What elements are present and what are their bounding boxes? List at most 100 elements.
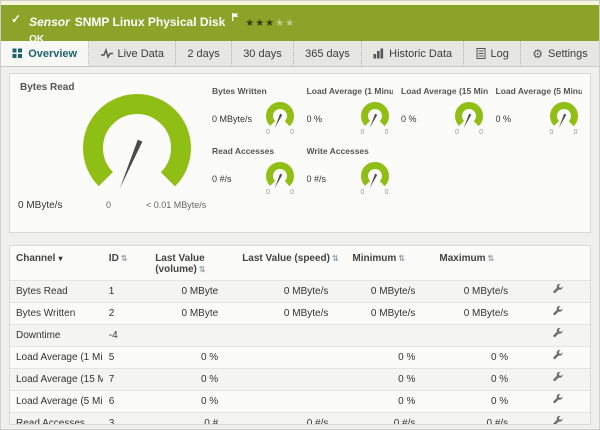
sort-icon[interactable]: ⇅ [488,254,495,263]
maximum-value: 0 % [433,390,527,413]
channel-name: Bytes Written [10,302,103,325]
minimum-value: 0 MByte/s [346,302,434,325]
channel-id: 5 [102,346,150,369]
column-header-maximum[interactable]: Maximum ⇅ [433,246,526,281]
gauge-value: 0 #/s [306,173,327,184]
log-icon [476,48,486,59]
gauge-value: 0 % [306,113,323,124]
column-header-minimum[interactable]: Minimum ⇅ [346,246,433,281]
priority-stars[interactable]: ★★★★★ [245,18,295,29]
edit-channel-icon[interactable] [552,283,564,299]
gauge-scale-min: 0 [360,129,365,136]
tab-settings[interactable]: ⚙ Settings [521,41,599,66]
minimum-value: 0 % [346,346,434,369]
last-value-volume: 0 MByte [149,302,237,325]
tab-30-days[interactable]: 30 days [232,41,294,66]
edit-channel-icon[interactable] [552,305,564,321]
sort-icon[interactable]: ⇅ [121,254,128,263]
sort-icon[interactable]: ⇅ [199,265,206,274]
tab-live-data[interactable]: Live Data [89,41,177,66]
gauge-load-average-15min: Load Average (15 Minutes) 0 % 0 0 [401,86,488,136]
tab-365-days[interactable]: 365 days [294,41,362,66]
edit-channel-icon[interactable] [552,393,564,409]
last-value-volume: 0 % [149,390,237,413]
channel-name: Downtime [10,324,103,347]
gauge-scale-max: 0 [290,129,294,136]
tab-label: Overview [28,47,78,60]
tab-label: 365 days [305,47,350,60]
status-check-icon: ✓ [11,12,22,26]
sensor-title-block: Sensor SNMP Linux Physical Disk ★★★★★ OK [29,10,295,45]
sort-icon[interactable]: ⇅ [398,254,405,263]
maximum-value: 0 MByte/s [433,302,527,325]
last-value-volume [149,324,237,347]
last-value-speed [236,390,347,413]
priority-stars-filled: ★★★ [245,18,276,29]
table-row: Load Average (1 Min... 5 0 % 0 % 0 % [10,346,590,369]
minimum-value: 0 MByte/s [346,280,434,303]
gauge-scale-min: 0 [455,129,459,136]
edit-channel-icon[interactable] [552,371,564,387]
bytes-read-gauge [83,94,191,200]
channels-table: Channel ▾ ID ⇅ Last Value (volume) ⇅ Last V… [10,246,590,424]
maximum-value [433,324,527,347]
small-gauge-dial [360,102,389,130]
last-value-speed: 0 MByte/s [236,280,347,303]
table-row: Downtime -4 [10,324,590,347]
column-header-last-value-speed[interactable]: Last Value (speed) ⇅ [236,246,346,281]
tab-2-days[interactable]: 2 days [176,41,232,66]
main-gauge-scale-min: 0 [106,200,112,210]
minimum-value: 0 % [346,390,434,413]
gauge-needle [119,139,143,189]
gauges-panel: Bytes Read 0 MByte/s 0 < 0.01 MByte/s By… [9,73,591,233]
column-header-last-value-volume[interactable]: Last Value (volume) ⇅ [149,246,236,281]
tab-historic-data[interactable]: Historic Data [362,41,465,66]
tab-overview[interactable]: Overview [1,41,90,66]
small-gauge-dial [549,102,578,130]
gauge-label: Load Average (15 Minutes) [401,86,488,96]
historic-data-icon [373,48,384,59]
gauge-scale-max: 0 [290,189,294,196]
tab-label: Historic Data [389,47,453,60]
small-gauge-dial [266,162,294,190]
small-gauge-dial [360,162,389,190]
last-value-speed [236,346,347,369]
sensor-overview-page: ✓ Sensor SNMP Linux Physical Disk ★★★★★ OK… [0,0,600,430]
edit-channel-icon[interactable] [552,415,564,424]
channel-name: Load Average (15 Mi... [10,368,103,391]
gauge-value: 0 MByte/s [212,113,253,124]
table-row: Read Accesses 3 0 # 0 #/s 0 #/s 0 #/s [10,412,590,424]
object-kind-label: Sensor [29,15,70,29]
last-value-volume: 0 % [149,368,237,391]
tab-label: Settings [548,47,588,60]
small-gauge-dial [266,102,294,130]
column-header-id[interactable]: ID ⇅ [103,246,149,281]
edit-channel-icon[interactable] [552,349,564,365]
sort-icon[interactable]: ⇅ [332,254,339,263]
sensor-flag-icon[interactable] [231,10,239,24]
column-header-channel[interactable]: Channel ▾ [10,246,103,281]
maximum-value: 0 % [433,368,527,391]
channel-id: 7 [102,368,150,391]
channels-table-panel: Channel ▾ ID ⇅ Last Value (volume) ⇅ Last V… [9,245,591,425]
channel-id: 2 [102,302,150,325]
last-value-speed [236,368,347,391]
table-row: Bytes Read 1 0 MByte 0 MByte/s 0 MByte/s… [10,280,590,303]
channel-name: Read Accesses [10,412,103,424]
minimum-value: 0 % [346,368,434,391]
channel-id: 3 [102,412,150,424]
table-row: Bytes Written 2 0 MByte 0 MByte/s 0 MByt… [10,302,590,325]
gauge-scale-min: 0 [266,129,270,136]
gauge-value: 0 #/s [212,173,232,184]
tab-bar: Overview Live Data 2 days 30 days 365 da… [1,41,599,67]
edit-channel-icon[interactable] [552,327,564,343]
tab-log[interactable]: Log [464,41,522,66]
last-value-volume: 0 MByte [149,280,237,303]
channel-filter-caret-icon[interactable]: ▾ [58,254,62,263]
channel-name: Bytes Read [10,280,103,303]
gauge-label: Read Accesses [212,146,275,156]
channel-id: -4 [102,324,150,347]
gauge-scale-min: 0 [360,189,365,196]
gauge-scale-max: 0 [384,189,389,196]
main-gauge-scale-max: < 0.01 MByte/s [146,200,207,210]
